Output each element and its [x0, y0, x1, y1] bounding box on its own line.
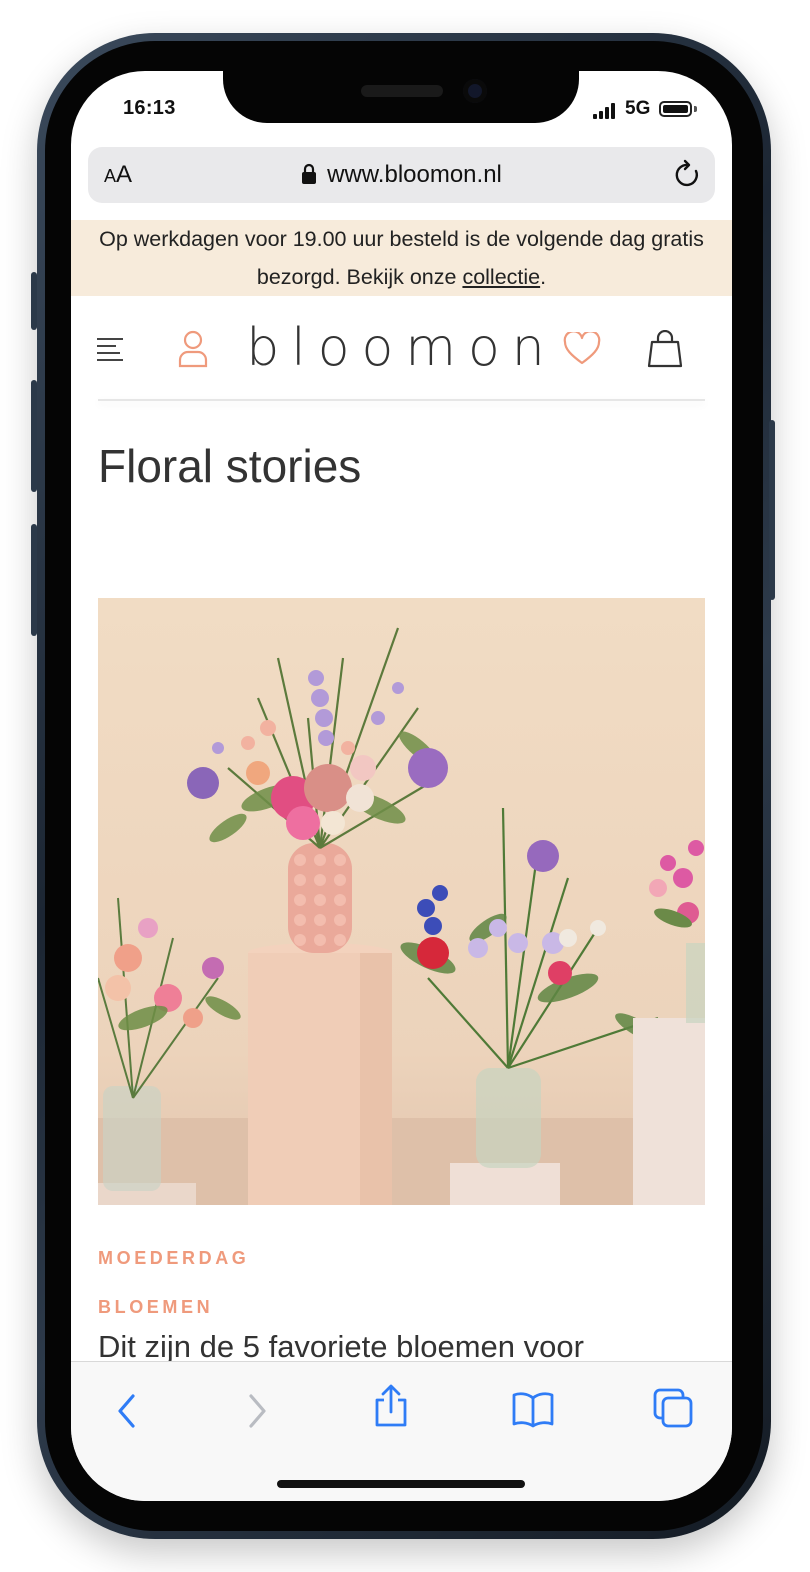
volume-down-button — [31, 524, 37, 636]
lock-icon — [302, 163, 317, 184]
back-icon[interactable] — [115, 1392, 139, 1430]
network-label: 5G — [625, 98, 651, 119]
banner-text: Op werkdagen voor 19.00 uur besteld is d… — [99, 227, 704, 289]
header-divider — [98, 399, 705, 401]
delivery-banner: Op werkdagen voor 19.00 uur besteld is d… — [71, 220, 732, 296]
address-bar[interactable]: AA www.bloomon.nl — [88, 147, 715, 203]
url-text: www.bloomon.nl — [327, 161, 502, 188]
bookmarks-icon[interactable] — [511, 1390, 555, 1428]
page-title: Floral stories — [98, 440, 362, 492]
collection-link[interactable]: collectie — [462, 265, 540, 289]
article-hero-image[interactable] — [98, 598, 705, 1205]
site-header: bloomon — [71, 296, 732, 400]
bag-icon[interactable] — [646, 330, 684, 368]
mute-switch — [31, 272, 37, 330]
speaker — [361, 85, 443, 97]
heart-icon[interactable] — [563, 332, 601, 366]
article-tag-bloemen[interactable]: BLOEMEN — [98, 1297, 213, 1318]
share-icon[interactable] — [373, 1384, 409, 1428]
signal-icon — [593, 103, 615, 119]
tabs-icon[interactable] — [653, 1388, 693, 1428]
forward-icon[interactable] — [245, 1392, 269, 1430]
battery-icon — [659, 101, 692, 117]
volume-up-button — [31, 380, 37, 492]
screen: 16:13 5G AA www.bloomon.nl Op werkdagen … — [71, 71, 732, 1501]
article-title[interactable]: Dit zijn de 5 favoriete bloemen voor — [98, 1329, 584, 1365]
notch — [223, 71, 579, 123]
home-indicator[interactable] — [277, 1480, 525, 1488]
status-time: 16:13 — [123, 97, 176, 119]
reload-icon[interactable] — [673, 159, 703, 191]
url-display[interactable]: www.bloomon.nl — [88, 161, 715, 189]
camera — [463, 79, 487, 103]
power-button — [769, 420, 775, 600]
article-tag-moederdag[interactable]: MOEDERDAG — [98, 1248, 249, 1269]
banner-text-end: . — [540, 265, 547, 289]
site-logo[interactable]: bloomon — [71, 318, 732, 378]
safari-toolbar — [71, 1361, 732, 1501]
